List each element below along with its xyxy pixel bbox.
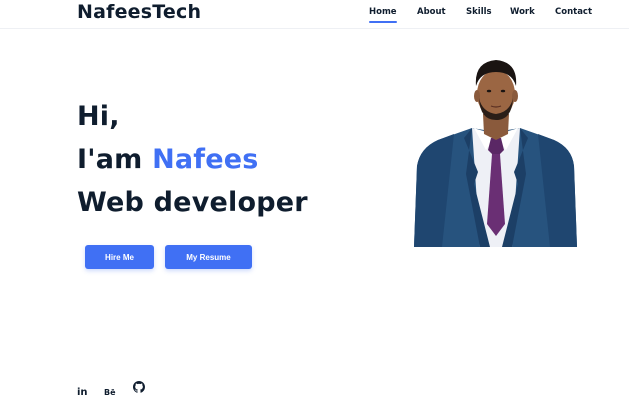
hero-intro: I'am Nafees: [77, 144, 259, 175]
nav-about[interactable]: About: [417, 7, 446, 17]
nav-skills[interactable]: Skills: [466, 7, 492, 17]
nav-home[interactable]: Home: [369, 7, 397, 23]
behance-glyph: Bē: [104, 388, 116, 397]
hero-name: Nafees: [152, 144, 259, 175]
hero-role: Web developer: [77, 187, 308, 218]
hero-greeting: Hi,: [77, 101, 120, 132]
github-icon[interactable]: [133, 380, 145, 394]
profile-photo: [414, 60, 577, 247]
hire-me-button[interactable]: Hire Me: [85, 245, 154, 269]
linkedin-glyph: in: [77, 387, 88, 398]
hero-intro-prefix: I'am: [77, 144, 153, 175]
behance-icon[interactable]: Bē: [104, 380, 118, 397]
main-nav: Home About Skills Work Contact: [0, 7, 629, 27]
nav-contact[interactable]: Contact: [555, 7, 592, 17]
nav-work[interactable]: Work: [510, 7, 535, 17]
my-resume-button[interactable]: My Resume: [165, 245, 252, 269]
linkedin-icon[interactable]: in: [77, 380, 89, 398]
site-header: NafeesTech Home About Skills Work Contac…: [0, 0, 629, 29]
